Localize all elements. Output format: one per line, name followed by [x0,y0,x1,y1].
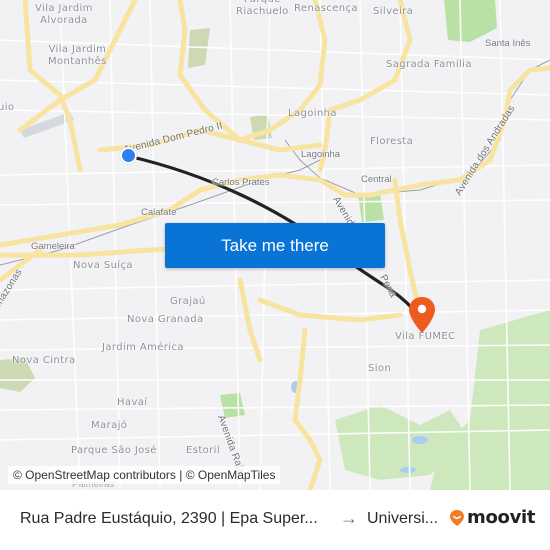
origin-name: Rua Padre Eustáquio, 2390 | Epa Super... [20,510,318,527]
map-label: Marajó [91,420,128,431]
map-label: ParqueRiachuelo [236,0,289,17]
map-label: Vila Jardim Montanhês [48,44,107,67]
park-area [444,0,497,42]
lake [412,436,428,444]
map-label: Gameleira [31,241,75,252]
moovit-logo[interactable]: moovit [449,507,536,528]
map-label: Nova Suíça [73,260,133,271]
map-label: Nova Granada [127,314,204,325]
map-label: Renascença [294,3,358,14]
take-me-there-button[interactable]: Take me there [165,223,385,268]
destination-name: Universi... [367,510,439,527]
moovit-pin-icon [450,509,464,526]
footer-bar: Rua Padre Eustáquio, 2390 | Epa Super...… [0,490,550,550]
map-label: Jardim América [102,342,184,353]
map-label: Silveira [373,6,414,17]
map-label: Lagoinha [288,108,337,119]
map-label: Lagoinha [301,149,341,160]
map-label: Parque São José [71,445,157,456]
map-label: Estoril [186,445,221,456]
map-label: Floresta [370,136,414,147]
map-label: Carlos Prates [212,177,270,188]
map-label: uio [0,102,15,113]
brand-wordmark: moovit [467,507,536,528]
map-label: Calafate [141,207,177,218]
map-label: Havaí [117,397,148,408]
map-label: Nova Cintra [12,355,76,366]
map-label: Central [361,174,392,185]
map-label: Grajaú [170,296,206,307]
map-attribution[interactable]: © OpenStreetMap contributors | © OpenMap… [8,466,281,484]
map-label: Sion [368,363,392,374]
map-label: Vila Jardim Alvorada [35,3,93,26]
lake [400,467,416,473]
destination-pin-icon[interactable] [408,296,436,334]
map[interactable]: Vila Jardim Alvorada Vila Jardim Montanhês… [0,0,550,490]
arrow-right-icon: → [340,508,358,528]
map-label: Santa Inês [485,38,531,49]
map-label: Sagrada Família [386,59,472,70]
origin-marker[interactable] [120,147,137,164]
